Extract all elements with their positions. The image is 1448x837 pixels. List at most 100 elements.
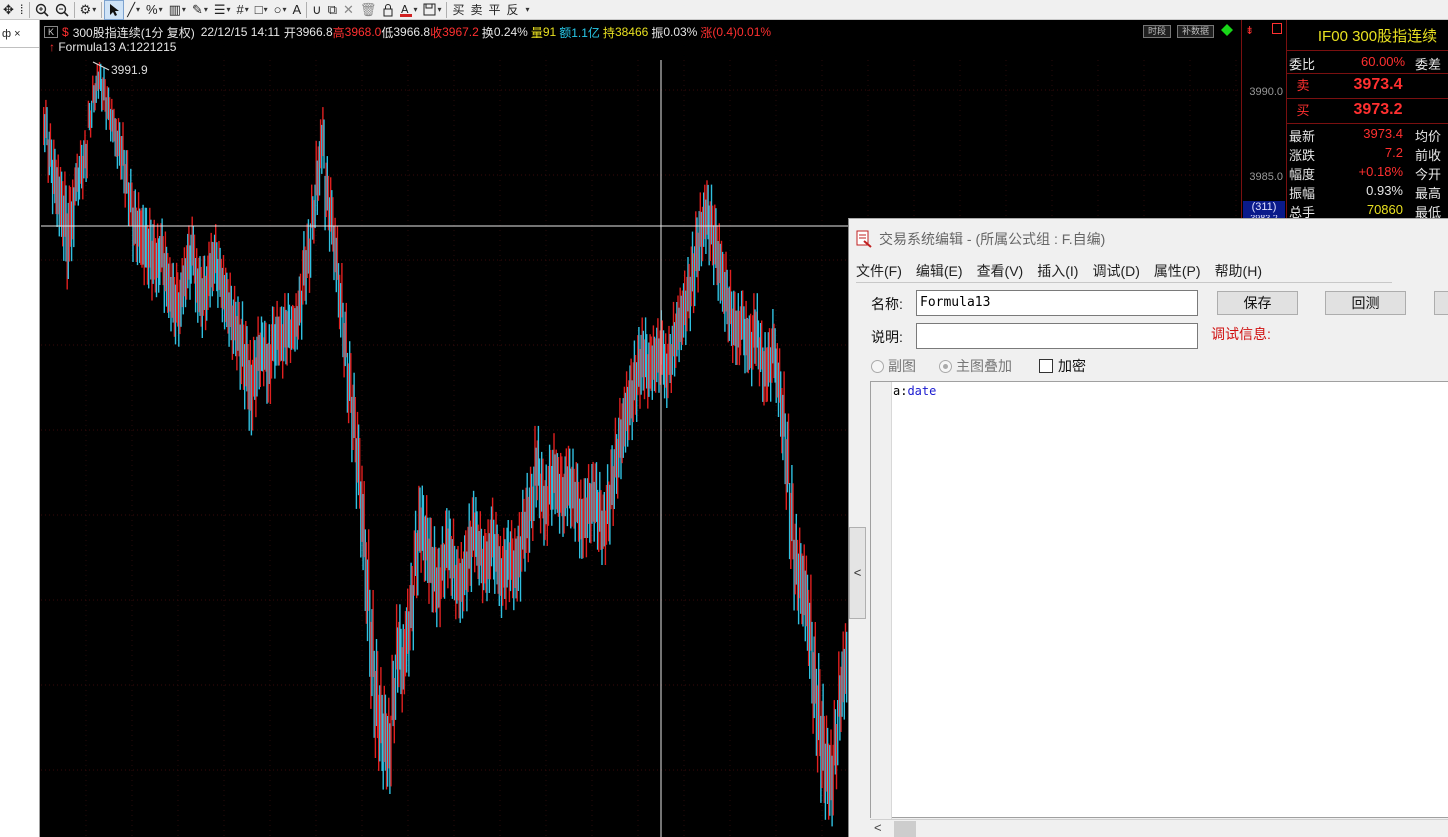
peak-label: 3991.9 bbox=[111, 63, 148, 77]
save-button[interactable]: 保存 bbox=[1217, 291, 1298, 315]
kline-bar bbox=[407, 588, 409, 654]
quote-row-value: 0.93% bbox=[1366, 183, 1403, 198]
kline-bar bbox=[628, 380, 630, 441]
copy-icon[interactable]: ⧉ bbox=[325, 0, 340, 20]
menu-help[interactable]: 帮助(H) bbox=[1215, 261, 1262, 281]
sell-button[interactable]: 卖 bbox=[467, 0, 485, 20]
pencil-tool-icon[interactable]: ✎ ▾ bbox=[189, 0, 211, 20]
magnet-icon[interactable]: ∪ bbox=[309, 0, 325, 20]
kline-bar bbox=[309, 223, 312, 278]
formula-name-field[interactable]: Formula13 bbox=[916, 290, 1198, 316]
editor-menu-bar: 文件(F) 编辑(E) 查看(V) 插入(I) 调试(D) 属性(P) 帮助(H… bbox=[856, 261, 1276, 281]
more-chevron-icon[interactable]: ▾ bbox=[522, 0, 533, 20]
kline-bar bbox=[581, 499, 583, 559]
arrow-down-icon[interactable]: ⇟ bbox=[1245, 24, 1254, 37]
kline-bar bbox=[113, 108, 115, 142]
encrypt-label: 加密 bbox=[1058, 358, 1086, 374]
sub-chart-label: 副图 bbox=[888, 358, 916, 374]
kline-bar bbox=[494, 534, 496, 594]
high-label: 高 bbox=[332, 25, 345, 40]
toolbar-divider bbox=[306, 1, 308, 18]
green-diamond-icon[interactable] bbox=[1221, 24, 1233, 36]
description-field[interactable] bbox=[916, 323, 1198, 349]
trash-icon[interactable]: 🗑︎ bbox=[357, 0, 380, 20]
kline-bar bbox=[159, 236, 161, 285]
zoom-out-icon[interactable] bbox=[52, 0, 72, 20]
text-tool-icon[interactable]: A bbox=[290, 0, 305, 20]
menu-file[interactable]: 文件(F) bbox=[856, 261, 902, 281]
scroll-thumb[interactable] bbox=[894, 821, 916, 837]
color-picker-icon[interactable]: A ▾ bbox=[397, 0, 420, 20]
close-label: 收 bbox=[430, 25, 443, 40]
kline-bar bbox=[795, 513, 797, 585]
kline-bar bbox=[313, 200, 315, 244]
toolbar-divider bbox=[446, 1, 448, 18]
toolbar-divider bbox=[101, 1, 103, 18]
formula-value: Formula13 A:1221215 bbox=[58, 40, 177, 54]
settings-gear-icon[interactable]: ⚙ ▾ bbox=[77, 0, 100, 20]
oi-value: 38466 bbox=[614, 25, 649, 39]
panel-toggle-icon[interactable] bbox=[1272, 23, 1282, 34]
main-overlay-radio[interactable]: 主图叠加 bbox=[939, 356, 1012, 376]
kline-bar bbox=[345, 302, 347, 358]
menu-properties[interactable]: 属性(P) bbox=[1154, 261, 1201, 281]
menu-view[interactable]: 查看(V) bbox=[977, 261, 1024, 281]
move-icon[interactable]: ✥ bbox=[0, 0, 17, 20]
pointer-icon[interactable] bbox=[104, 0, 125, 20]
toolbar-divider bbox=[28, 1, 30, 18]
backtest-button[interactable]: 回测 bbox=[1325, 291, 1406, 315]
horizontal-scrollbar[interactable]: < bbox=[870, 819, 1448, 837]
split-icon[interactable]: ⁞ bbox=[17, 0, 27, 20]
kline-bar bbox=[675, 313, 677, 368]
menu-edit[interactable]: 编辑(E) bbox=[916, 261, 963, 281]
menu-insert[interactable]: 插入(I) bbox=[1037, 261, 1078, 281]
open-value: 3966.8 bbox=[295, 25, 333, 39]
collapse-panel-button[interactable]: < bbox=[849, 527, 866, 619]
kline-bar bbox=[575, 462, 577, 522]
amp-value: 0.03% bbox=[663, 25, 698, 39]
amount-label: 额 bbox=[559, 25, 572, 40]
list-tool-icon[interactable]: ☰ ▾ bbox=[211, 0, 234, 20]
menu-debug[interactable]: 调试(D) bbox=[1092, 261, 1139, 281]
kline-bar bbox=[132, 207, 134, 262]
kline-bar bbox=[474, 512, 476, 573]
line-tool-icon[interactable]: ╱ ▾ bbox=[124, 0, 143, 20]
grid-tool-icon[interactable]: # ▾ bbox=[234, 0, 252, 20]
kline-bar bbox=[86, 140, 88, 179]
rect-tool-icon[interactable]: □ ▾ bbox=[252, 0, 271, 20]
open-label: 开 bbox=[283, 25, 296, 40]
kline-bar bbox=[802, 555, 804, 627]
panel-pin-close[interactable]: ф × bbox=[0, 20, 39, 48]
period-badge[interactable]: K bbox=[44, 26, 59, 38]
kline-bar bbox=[480, 528, 483, 584]
close-icon[interactable]: ✕ bbox=[340, 0, 357, 20]
kline-bar bbox=[668, 325, 670, 375]
code-editor[interactable]: a:date bbox=[870, 381, 1448, 819]
zoom-in-icon[interactable] bbox=[32, 0, 52, 20]
reverse-position-button[interactable]: 反 bbox=[504, 0, 522, 20]
volume-value: 91 bbox=[542, 25, 557, 39]
quote-panel: IF00 300股指连续 委比 60.00% 委差 卖 3973.4 买 397… bbox=[1286, 20, 1448, 220]
sub-chart-radio[interactable]: 副图 bbox=[871, 356, 916, 376]
extra-button[interactable] bbox=[1434, 291, 1448, 315]
kline-bar bbox=[547, 466, 550, 526]
encrypt-checkbox[interactable]: 加密 bbox=[1039, 356, 1086, 376]
scroll-left-icon[interactable]: < bbox=[874, 820, 882, 835]
save-icon[interactable]: ▾ bbox=[420, 0, 444, 20]
fill-data-chip[interactable]: 补数据 bbox=[1177, 25, 1215, 38]
code-text[interactable]: a:date bbox=[893, 384, 936, 398]
buy-button[interactable]: 买 bbox=[449, 0, 467, 20]
circle-tool-icon[interactable]: ○ ▾ bbox=[271, 0, 290, 20]
code-keyword: date bbox=[907, 384, 937, 398]
kline-bar bbox=[212, 242, 215, 292]
bars-tool-icon[interactable]: ▥ ▾ bbox=[166, 0, 189, 20]
kline-bar bbox=[293, 306, 295, 350]
kline-bar bbox=[98, 62, 101, 90]
lock-icon[interactable] bbox=[379, 0, 397, 20]
percent-tool-icon[interactable]: % ▾ bbox=[143, 0, 166, 20]
close-position-button[interactable]: 平 bbox=[486, 0, 504, 20]
session-chip[interactable]: 时段 bbox=[1143, 25, 1172, 38]
kline-bar bbox=[467, 526, 469, 593]
kline-bar bbox=[782, 394, 784, 461]
weibi-row: 委比 60.00% 委差 bbox=[1289, 54, 1448, 73]
